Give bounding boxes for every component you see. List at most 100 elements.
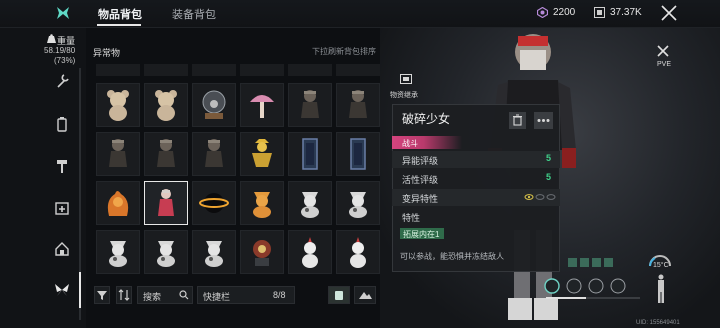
partial-slot[interactable]	[96, 64, 140, 76]
status-icons	[540, 258, 620, 269]
stat-label: 变异特性	[402, 194, 439, 204]
inventory-slot[interactable]	[144, 132, 188, 176]
inventory-slot[interactable]	[240, 181, 284, 225]
active-tab-underline	[97, 24, 141, 26]
sort-button[interactable]	[116, 286, 132, 304]
black-hole-icon	[193, 182, 235, 224]
inventory-slot[interactable]	[192, 181, 236, 225]
quick-bar-label: 快捷栏	[203, 292, 231, 302]
stat-label: 异能评级	[402, 156, 439, 166]
close-icon[interactable]	[660, 4, 678, 22]
sort-icon	[118, 289, 130, 301]
tab-equipment-backpack[interactable]: 装备背包	[172, 6, 216, 22]
stat-row: 变异特性	[392, 189, 560, 206]
weight-value: 58.19/80	[44, 46, 76, 55]
stat-row: 活性评级 5	[392, 170, 560, 187]
mutation-eyes-icon	[524, 194, 556, 200]
inventory-slot[interactable]	[144, 83, 188, 127]
white-cat-icon	[289, 182, 331, 224]
stat-value: 5	[546, 153, 552, 163]
hammer-icon[interactable]	[54, 158, 70, 174]
inventory-slot[interactable]	[192, 132, 236, 176]
white-cat-icon	[193, 231, 235, 273]
partial-slot[interactable]	[240, 64, 284, 76]
mirror-frame-icon	[337, 133, 379, 175]
search-icon[interactable]	[179, 290, 189, 300]
game-logo-icon[interactable]	[55, 5, 71, 21]
inventory-slot[interactable]	[336, 181, 380, 225]
partial-slot[interactable]	[144, 64, 188, 76]
crossed-swords-icon[interactable]	[656, 44, 670, 58]
trait-badge[interactable]: 拓展内在1	[400, 228, 444, 239]
wrench-icon[interactable]	[54, 73, 70, 89]
canister-icon[interactable]	[54, 116, 70, 132]
buff-icons	[568, 258, 613, 267]
teddy-bear-icon	[145, 84, 187, 126]
inventory-slot[interactable]	[144, 230, 188, 274]
view-toggle-landscape[interactable]	[354, 286, 376, 304]
more-options-button[interactable]	[534, 112, 553, 129]
view-toggle-items[interactable]	[328, 286, 350, 304]
dark-doll-icon	[337, 84, 379, 126]
item-description: 可以参战，能恐惧并冻结敌人	[400, 252, 504, 261]
body-status-icon	[658, 274, 664, 303]
discard-button[interactable]	[509, 112, 526, 129]
inventory-slot[interactable]	[240, 230, 284, 274]
user-id: UID: 155649401	[636, 320, 680, 326]
gem-amount: 2200	[553, 7, 576, 18]
inventory-slot[interactable]	[96, 181, 140, 225]
stat-label: 活性评级	[402, 175, 439, 185]
mushroom-lamp-icon	[241, 84, 283, 126]
inventory-slot[interactable]	[144, 181, 188, 225]
coin-currency[interactable]: 37.37K	[594, 7, 642, 18]
inventory-slot[interactable]	[288, 230, 332, 274]
item-type-tag: 战斗	[392, 136, 462, 149]
search-label: 搜索	[143, 292, 162, 302]
inventory-slot[interactable]	[96, 83, 140, 127]
inventory-slot[interactable]	[192, 83, 236, 127]
inventory-slot[interactable]	[96, 230, 140, 274]
landscape-icon	[359, 292, 372, 299]
temperature-readout: 15°C	[653, 262, 669, 269]
trash-icon	[513, 114, 522, 126]
inventory-slot[interactable]	[288, 132, 332, 176]
dark-doll-icon	[97, 133, 139, 175]
tab-item-backpack[interactable]: 物品背包	[98, 6, 142, 22]
med-kit-icon[interactable]	[54, 200, 70, 216]
home-icon[interactable]	[54, 241, 70, 257]
partial-slot[interactable]	[192, 64, 236, 76]
inherit-label: 物资继承	[390, 92, 418, 99]
inherit-icon[interactable]	[400, 74, 412, 84]
weight-icon	[47, 34, 56, 43]
rail-active-indicator	[79, 272, 81, 308]
white-cat-icon	[97, 231, 139, 273]
inventory-slot[interactable]	[336, 132, 380, 176]
inventory-slot[interactable]	[336, 83, 380, 127]
partial-slot[interactable]	[288, 64, 332, 76]
stat-value: 5	[546, 172, 552, 182]
inventory-slot[interactable]	[240, 83, 284, 127]
partial-slot[interactable]	[336, 64, 380, 76]
filter-button[interactable]	[94, 286, 110, 304]
inventory-slot[interactable]	[288, 181, 332, 225]
inventory-slot[interactable]	[192, 230, 236, 274]
coin-amount: 37.37K	[610, 7, 642, 18]
trait-name: 拓展内在1	[403, 230, 440, 239]
teddy-bear-icon	[97, 84, 139, 126]
inventory-slot[interactable]	[240, 132, 284, 176]
filter-icon	[97, 291, 107, 300]
gem-currency[interactable]: 2200	[537, 7, 575, 18]
bag-icon	[335, 291, 343, 300]
mirror-frame-icon	[289, 133, 331, 175]
inventory-slot[interactable]	[336, 230, 380, 274]
robot-doll-icon	[241, 231, 283, 273]
butterfly-icon[interactable]	[54, 282, 70, 298]
more-icon	[537, 119, 550, 122]
white-plush-icon	[289, 231, 331, 273]
dark-doll-icon	[289, 84, 331, 126]
inventory-slot[interactable]	[288, 83, 332, 127]
item-name: 破碎少女	[402, 112, 451, 126]
trait-header: 特性	[402, 213, 421, 223]
inventory-slot[interactable]	[96, 132, 140, 176]
white-cat-icon	[145, 231, 187, 273]
